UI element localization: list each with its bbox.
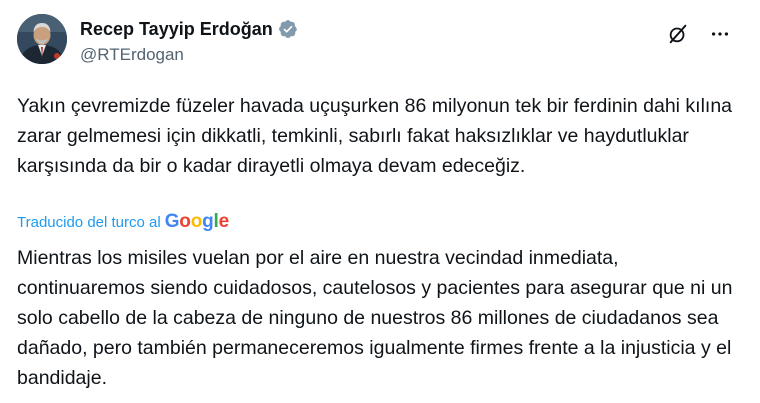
display-name[interactable]: Recep Tayyip Erdoğan <box>80 19 273 40</box>
verified-badge-icon[interactable] <box>278 19 298 39</box>
grok-slash-icon[interactable] <box>666 22 690 46</box>
author-handle[interactable]: @RTErdogan <box>80 45 298 65</box>
translated-by-label: Traducido del turco al <box>17 214 161 231</box>
translation-attribution[interactable]: Traducido del turco al Google <box>17 211 229 233</box>
avatar-portrait <box>17 14 67 64</box>
author-name-row: Recep Tayyip Erdoğan <box>80 18 298 40</box>
tweet-original-text: Yakın çevremizde füzeler havada uçuşurke… <box>17 95 733 177</box>
tweet-translated-text: Mientras los misiles vuelan por el aire … <box>17 247 733 389</box>
more-dots-icon[interactable] <box>708 22 732 46</box>
tweet-actions <box>666 22 732 46</box>
tweet-card: Recep Tayyip Erdoğan @RTErdogan Yakın çe… <box>0 0 760 403</box>
author-info: Recep Tayyip Erdoğan @RTErdogan <box>80 18 298 65</box>
google-logo: Google <box>164 211 229 232</box>
avatar[interactable] <box>17 14 67 64</box>
